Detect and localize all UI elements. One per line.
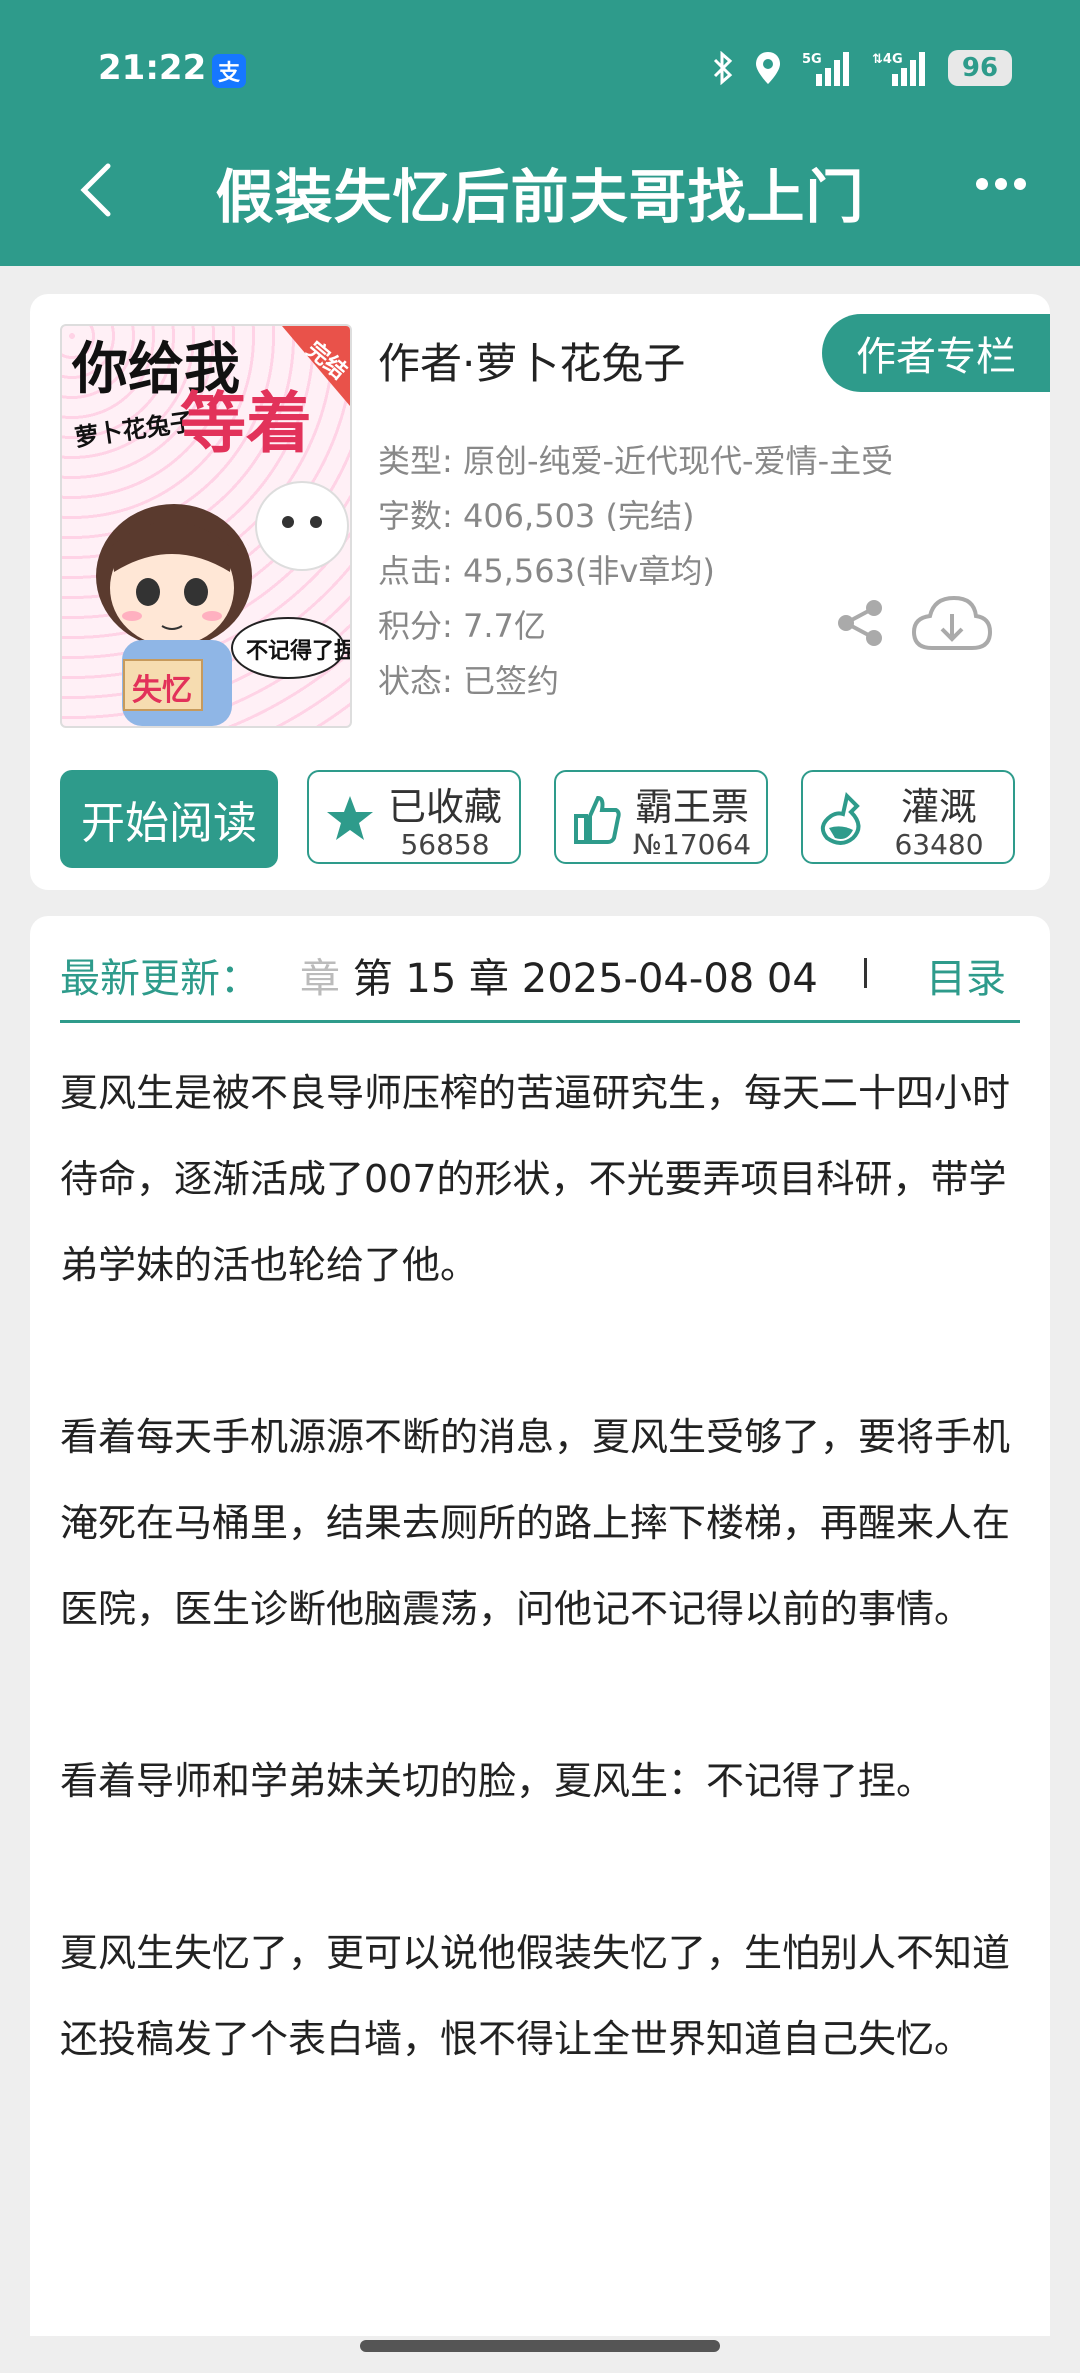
- synopsis-card: 最新更新： 章 第 15 章 2025-04-08 04 目录 夏风生是被不良导…: [30, 916, 1050, 2336]
- info-status: 状态: 已签约: [378, 662, 559, 700]
- info-word-count: 字数: 406,503 (完结): [378, 497, 695, 535]
- home-indicator[interactable]: [360, 2340, 720, 2352]
- status-time: 21:22: [98, 48, 207, 88]
- latest-chapter-text: 第 15 章 2025-04-08 04: [340, 956, 818, 1002]
- latest-update-marquee[interactable]: 章 第 15 章 2025-04-08 04: [300, 946, 890, 1004]
- share-icon[interactable]: [836, 598, 886, 652]
- thumbs-up-icon: [574, 795, 621, 844]
- svg-text:⇅4G: ⇅4G: [872, 52, 903, 67]
- svg-text:失忆: 失忆: [132, 673, 192, 708]
- battery-indicator: 96: [948, 50, 1012, 86]
- signal-5g-icon: 5G: [802, 50, 852, 86]
- app-header: 21:22 支 5G ⇅4G 96 假装失忆后前夫哥找上门: [0, 0, 1080, 266]
- info-clicks: 点击: 45,563(非v章均): [378, 552, 715, 590]
- cover-illustration: 你给我 完结 萝卜花兔子 等着 失忆 不记得了捏: [71, 326, 350, 726]
- star-icon: [327, 796, 373, 840]
- more-dot-icon: [995, 178, 1007, 190]
- book-cover[interactable]: 你给我 完结 萝卜花兔子 等着 失忆 不记得了捏: [60, 324, 352, 728]
- book-info-list: 类型: 原创-纯爱-近代现代-爱情-主受 字数: 406,503 (完结) 点击…: [378, 434, 893, 709]
- location-icon: [754, 50, 782, 86]
- synopsis-paragraph: 夏风生是被不良导师压榨的苦逼研究生，每天二十四小时待命，逐渐活成了007的形状，…: [60, 1071, 1011, 1287]
- ticket-count: №17064: [632, 828, 752, 861]
- flask-icon: [820, 792, 861, 845]
- svg-text:等着: 等着: [180, 385, 312, 462]
- info-points: 积分: 7.7亿: [378, 607, 546, 645]
- signal-4g-icon: ⇅4G: [872, 50, 928, 86]
- alipay-notification-icon: 支: [212, 54, 246, 88]
- page-title: 假装失忆后前夫哥找上门: [215, 163, 865, 231]
- latest-faded-char: 章: [300, 956, 340, 1002]
- latest-update-label: 最新更新：: [60, 956, 260, 1002]
- table-of-contents-link[interactable]: 目录: [926, 946, 1006, 1004]
- author-column-button[interactable]: 作者专栏: [822, 314, 1050, 392]
- svg-text:5G: 5G: [802, 52, 822, 67]
- marquee-cursor: [864, 958, 867, 988]
- ticket-label: 霸王票: [634, 785, 749, 829]
- overlord-ticket-button[interactable]: 霸王票 №17064: [554, 770, 768, 864]
- book-info-card: 你给我 完结 萝卜花兔子 等着 失忆 不记得了捏 作者·萝卜花兔子 作者专栏 类…: [30, 294, 1050, 890]
- nutrient-label: 灌溉: [900, 785, 977, 829]
- more-options-button[interactable]: [976, 178, 1026, 190]
- nutrient-count: 63480: [894, 828, 984, 861]
- more-dot-icon: [976, 178, 988, 190]
- svg-text:萝卜花兔子: 萝卜花兔子: [73, 408, 196, 452]
- synopsis-paragraph: 看着导师和学弟妹关切的脸，夏风生：不记得了捏。: [60, 1759, 935, 1803]
- author-name[interactable]: 作者·萝卜花兔子: [378, 330, 685, 391]
- bluetooth-icon: [712, 50, 734, 86]
- nutrient-button[interactable]: 灌溉 63480: [801, 770, 1015, 864]
- synopsis-paragraph: 看着每天手机源源不断的消息，夏风生受够了，要将手机淹死在马桶里，结果去厕所的路上…: [60, 1415, 1011, 1631]
- status-icons: 5G ⇅4G 96: [712, 50, 1012, 86]
- favorite-button[interactable]: 已收藏 56858: [307, 770, 521, 864]
- favorite-count: 56858: [400, 828, 490, 861]
- synopsis-text: 夏风生是被不良导师压榨的苦逼研究生，每天二十四小时待命，逐渐活成了007的形状，…: [60, 1050, 1040, 2082]
- more-dot-icon: [1014, 178, 1026, 190]
- synopsis-paragraph: 夏风生失忆了，更可以说他假装失忆了，生怕别人不知道还投稿发了个表白墙，恨不得让全…: [60, 1931, 1011, 2061]
- section-divider: [60, 1020, 1020, 1023]
- info-genre: 类型: 原创-纯爱-近代现代-爱情-主受: [378, 442, 894, 480]
- favorite-label: 已收藏: [387, 785, 502, 829]
- cloud-download-icon[interactable]: [910, 594, 994, 658]
- start-reading-button[interactable]: 开始阅读: [60, 770, 278, 868]
- svg-text:不记得了捏: 不记得了捏: [246, 638, 350, 664]
